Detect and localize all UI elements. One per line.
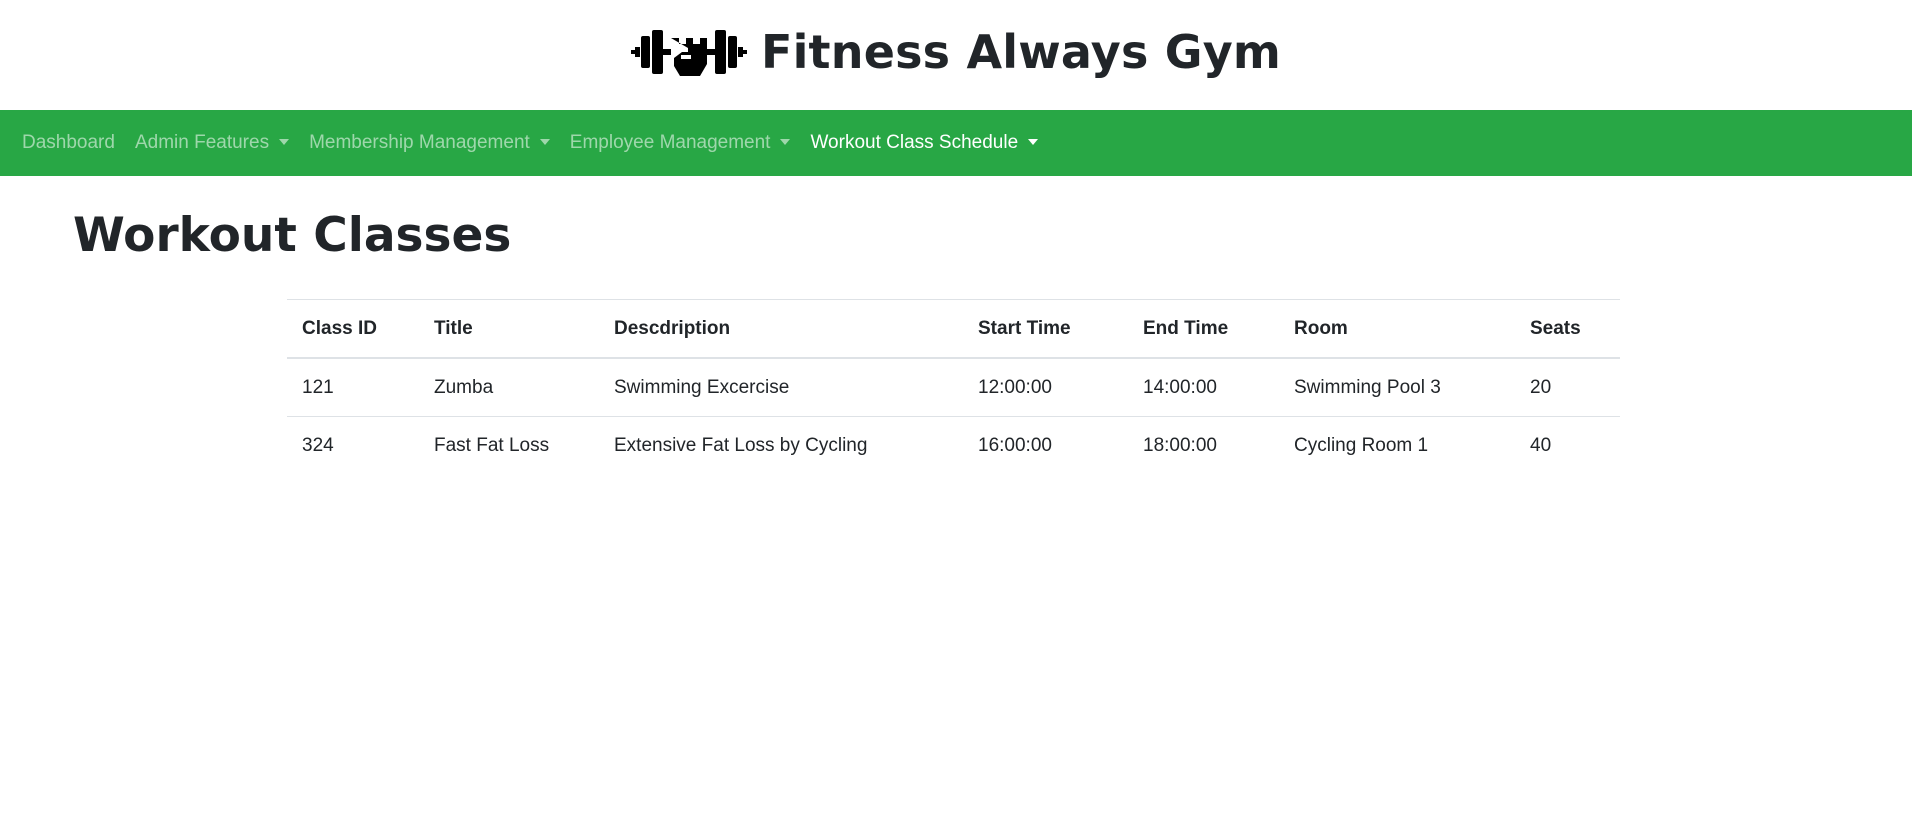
cell-title: Fast Fat Loss bbox=[419, 416, 599, 474]
workout-classes-table: Class ID Title Descdription Start Time E… bbox=[287, 299, 1620, 474]
chevron-down-icon bbox=[780, 139, 791, 145]
column-header-room: Room bbox=[1279, 299, 1515, 359]
nav-item-label: Membership Management bbox=[309, 132, 530, 153]
dumbbell-fist-icon bbox=[630, 30, 747, 76]
nav-item-membership-management[interactable]: Membership Management bbox=[309, 132, 550, 154]
table-header-row: Class ID Title Descdription Start Time E… bbox=[287, 299, 1620, 359]
site-title: Fitness Always Gym bbox=[760, 25, 1282, 79]
nav-item-employee-management[interactable]: Employee Management bbox=[570, 132, 791, 154]
column-header-class-id: Class ID bbox=[287, 299, 419, 359]
site-header: Fitness Always Gym bbox=[0, 0, 1912, 110]
cell-class-id: 324 bbox=[287, 416, 419, 474]
chevron-down-icon bbox=[279, 139, 290, 145]
cell-description: Swimming Excercise bbox=[614, 376, 790, 398]
cell-title: Zumba bbox=[434, 376, 494, 398]
column-header-end-time: End Time bbox=[1128, 299, 1279, 359]
column-header-start-time: Start Time bbox=[963, 299, 1128, 359]
nav-item-label: Admin Features bbox=[134, 132, 270, 153]
chevron-down-icon bbox=[539, 139, 550, 145]
table-row: 324 Fast Fat Loss Extensive Fat Loss by … bbox=[287, 416, 1620, 474]
table-row: 121 Zumba Swimming Excercise 12:00:00 14… bbox=[287, 358, 1620, 417]
cell-room: Cycling Room 1 bbox=[1279, 416, 1515, 474]
cell-class-id: 121 bbox=[302, 376, 334, 398]
cell-seats: 40 bbox=[1515, 416, 1620, 474]
cell-start-time: 12:00:00 bbox=[978, 376, 1052, 398]
cell-description: Extensive Fat Loss by Cycling bbox=[599, 416, 963, 474]
nav-item-label: Dashboard bbox=[22, 132, 115, 153]
chevron-down-icon bbox=[1028, 139, 1039, 145]
nav-item-dashboard[interactable]: Dashboard bbox=[22, 132, 115, 154]
cell-room: Swimming Pool 3 bbox=[1294, 376, 1441, 398]
cell-end-time: 18:00:00 bbox=[1128, 416, 1279, 474]
cell-start-time: 16:00:00 bbox=[963, 416, 1128, 474]
nav-item-label: Workout Class Schedule bbox=[810, 132, 1019, 153]
main-navbar: Dashboard Admin Features Membership Mana… bbox=[0, 110, 1912, 176]
nav-item-label: Employee Management bbox=[569, 132, 771, 153]
column-header-title: Title bbox=[419, 299, 599, 359]
page-title: Workout Classes bbox=[73, 208, 512, 263]
cell-end-time: 14:00:00 bbox=[1143, 376, 1217, 398]
nav-item-admin-features[interactable]: Admin Features bbox=[134, 132, 290, 154]
column-header-seats: Seats bbox=[1515, 299, 1620, 359]
cell-seats: 20 bbox=[1530, 376, 1552, 398]
nav-item-workout-class-schedule[interactable]: Workout Class Schedule bbox=[810, 132, 1039, 154]
workout-classes-table-container: Class ID Title Descdription Start Time E… bbox=[287, 299, 1620, 474]
column-header-description: Descdription bbox=[599, 299, 963, 359]
